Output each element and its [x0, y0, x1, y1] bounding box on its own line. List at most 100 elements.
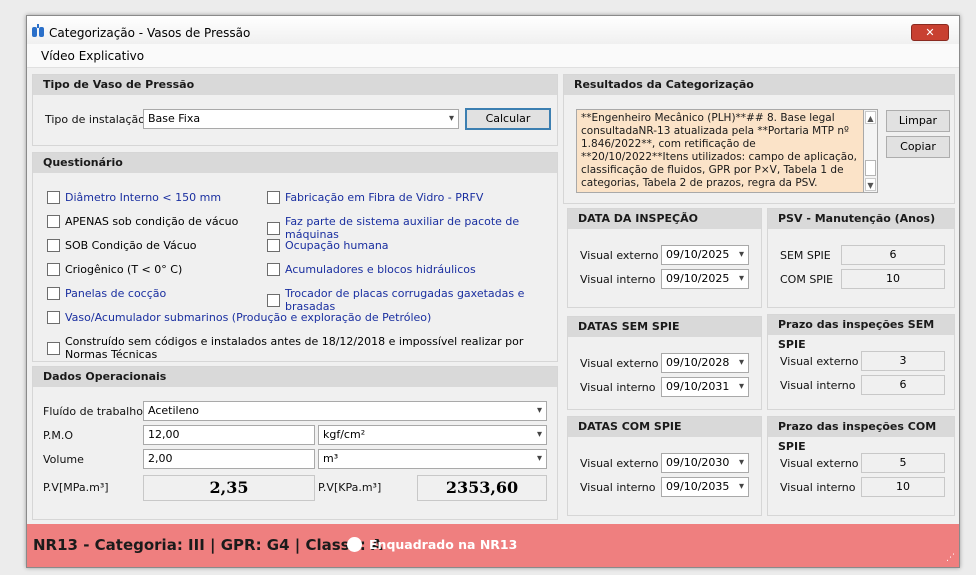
prazo-com-ext-value: 5	[861, 453, 945, 473]
psv-sem-value: 6	[841, 245, 945, 265]
checkbox-box[interactable]	[47, 239, 60, 252]
checkbox-label: Fabricação em Fibra de Vidro - PRFV	[285, 191, 484, 204]
panel-header: DATAS SEM SPIE	[568, 317, 761, 337]
sem-spie-ext-date[interactable]: 09/10/2028	[661, 353, 749, 373]
prazo-com-ext-label: Visual externo	[780, 457, 859, 470]
checkbox-box[interactable]	[47, 287, 60, 300]
title-bar: Categorização - Vasos de Pressão ✕	[27, 16, 959, 44]
pv-mpa-label: P.V[MPa.m³]	[43, 481, 109, 494]
menu-video-explicativo[interactable]: Vídeo Explicativo	[41, 49, 144, 63]
app-window: Categorização - Vasos de Pressão ✕ Vídeo…	[26, 15, 960, 568]
com-spie-int-date[interactable]: 09/10/2035	[661, 477, 749, 497]
panel-header: Prazo das inspeções SEM SPIE	[768, 315, 954, 351]
pv-kpa-label: P.V[KPa.m³]	[318, 481, 382, 494]
resultado-textarea[interactable]: **Engenheiro Mecânico (PLH)**## 8. Base …	[576, 109, 864, 193]
tipo-instalacao-label: Tipo de instalação	[45, 113, 146, 126]
checkbox-label: SOB Condição de Vácuo	[65, 239, 197, 252]
checkbox-diametro[interactable]: Diâmetro Interno < 150 mm	[47, 191, 221, 204]
prazo-com-int-value: 10	[861, 477, 945, 497]
checkbox-label: APENAS sob condição de vácuo	[65, 215, 239, 228]
panel-psv: PSV - Manutenção (Anos) SEM SPIE 6 COM S…	[767, 208, 955, 308]
inspecao-ext-date[interactable]: 09/10/2025	[661, 245, 749, 265]
panel-header: Resultados da Categorização	[564, 75, 954, 95]
checkbox-box[interactable]	[47, 311, 60, 324]
panel-prazo-com-spie: Prazo das inspeções COM SPIE Visual exte…	[767, 416, 955, 516]
scroll-up-icon[interactable]: ▲	[865, 111, 876, 124]
checkbox-sistema-auxiliar[interactable]: Faz parte de sistema auxiliar de pacote …	[267, 215, 557, 241]
calcular-button[interactable]: Calcular	[465, 108, 551, 130]
pmo-unit-select[interactable]: kgf/cm²	[318, 425, 547, 445]
pmo-input[interactable]: 12,00	[143, 425, 315, 445]
volume-unit-select[interactable]: m³	[318, 449, 547, 469]
status-categoria-text: NR13 - Categoria: III | GPR: G4 | Classe…	[33, 536, 383, 554]
panel-datas-sem-spie: DATAS SEM SPIE Visual externo 09/10/2028…	[567, 316, 762, 410]
checkbox-box[interactable]	[47, 215, 60, 228]
checkbox-box[interactable]	[267, 293, 280, 307]
checkbox-label: Vaso/Acumulador submarinos (Produção e e…	[65, 311, 432, 324]
checkbox-box[interactable]	[47, 341, 60, 355]
panel-header: Dados Operacionais	[33, 367, 557, 387]
pmo-label: P.M.O	[43, 429, 74, 442]
panel-header: PSV - Manutenção (Anos)	[768, 209, 954, 229]
checkbox-label: Ocupação humana	[285, 239, 389, 252]
scroll-down-icon[interactable]: ▼	[865, 178, 876, 191]
app-icon	[32, 24, 44, 37]
checkbox-sob-vacuo[interactable]: SOB Condição de Vácuo	[47, 239, 197, 252]
checkbox-box[interactable]	[267, 263, 280, 276]
prazo-sem-ext-value: 3	[861, 351, 945, 371]
fluido-select[interactable]: Acetileno	[143, 401, 547, 421]
volume-input[interactable]: 2,00	[143, 449, 315, 469]
psv-com-label: COM SPIE	[780, 273, 834, 286]
com-spie-ext-date[interactable]: 09/10/2030	[661, 453, 749, 473]
sem-spie-int-date[interactable]: 09/10/2031	[661, 377, 749, 397]
panel-header: DATAS COM SPIE	[568, 417, 761, 437]
checkbox-box[interactable]	[267, 239, 280, 252]
checkbox-ocupacao-humana[interactable]: Ocupação humana	[267, 239, 389, 252]
pv-kpa-value: 2353,60	[417, 475, 547, 501]
checkbox-criogenico[interactable]: Criogênico (T < 0° C)	[47, 263, 182, 276]
inspecao-ext-label: Visual externo	[580, 249, 659, 262]
checkbox-box[interactable]	[47, 263, 60, 276]
status-circle-icon	[347, 537, 362, 552]
checkbox-panelas[interactable]: Panelas de cocção	[47, 287, 166, 300]
limpar-button[interactable]: Limpar	[886, 110, 950, 132]
inspecao-int-date[interactable]: 09/10/2025	[661, 269, 749, 289]
panel-header: Tipo de Vaso de Pressão	[33, 75, 557, 95]
checkbox-submarinos[interactable]: Vaso/Acumulador submarinos (Produção e e…	[47, 311, 431, 324]
checkbox-label: Criogênico (T < 0° C)	[65, 263, 183, 276]
copiar-button[interactable]: Copiar	[886, 136, 950, 158]
checkbox-prfv[interactable]: Fabricação em Fibra de Vidro - PRFV	[267, 191, 483, 204]
prazo-sem-int-label: Visual interno	[780, 379, 856, 392]
resultado-scrollbar[interactable]: ▲ ▼	[864, 109, 878, 193]
fluido-label: Fluído de trabalho	[43, 405, 143, 418]
checkbox-apenas-vacuo[interactable]: APENAS sob condição de vácuo	[47, 215, 238, 228]
checkbox-trocador-placas[interactable]: Trocador de placas corrugadas gaxetadas …	[267, 287, 557, 313]
checkbox-sem-codigos[interactable]: Construído sem códigos e instalados ante…	[47, 335, 557, 361]
checkbox-box[interactable]	[267, 221, 280, 235]
checkbox-label: Trocador de placas corrugadas gaxetadas …	[285, 287, 525, 313]
checkbox-label: Panelas de cocção	[65, 287, 167, 300]
panel-data-inspecao: DATA DA INSPEÇÃO Visual externo 09/10/20…	[567, 208, 762, 308]
close-button[interactable]: ✕	[911, 24, 949, 41]
scroll-thumb[interactable]	[865, 160, 876, 176]
status-bar: NR13 - Categoria: III | GPR: G4 | Classe…	[27, 524, 959, 567]
panel-datas-com-spie: DATAS COM SPIE Visual externo 09/10/2030…	[567, 416, 762, 516]
menu-bar: Vídeo Explicativo	[27, 44, 959, 68]
panel-resultados: Resultados da Categorização **Engenheiro…	[563, 74, 955, 204]
resize-grip-icon[interactable]: ⋰	[946, 553, 955, 563]
sem-spie-int-label: Visual interno	[580, 381, 656, 394]
checkbox-acumuladores[interactable]: Acumuladores e blocos hidráulicos	[267, 263, 476, 276]
checkbox-label: Faz parte de sistema auxiliar de pacote …	[285, 215, 520, 241]
desktop-background: Categorização - Vasos de Pressão ✕ Vídeo…	[0, 0, 976, 575]
inspecao-int-label: Visual interno	[580, 273, 656, 286]
tipo-instalacao-select[interactable]: Base Fixa	[143, 109, 459, 129]
psv-com-value: 10	[841, 269, 945, 289]
checkbox-box[interactable]	[267, 191, 280, 204]
panel-header: Questionário	[33, 153, 557, 173]
panel-header: DATA DA INSPEÇÃO	[568, 209, 761, 229]
com-spie-ext-label: Visual externo	[580, 457, 659, 470]
prazo-com-int-label: Visual interno	[780, 481, 856, 494]
checkbox-box[interactable]	[47, 191, 60, 204]
checkbox-label: Acumuladores e blocos hidráulicos	[285, 263, 476, 276]
panel-tipo-vaso: Tipo de Vaso de Pressão Tipo de instalaç…	[32, 74, 558, 146]
